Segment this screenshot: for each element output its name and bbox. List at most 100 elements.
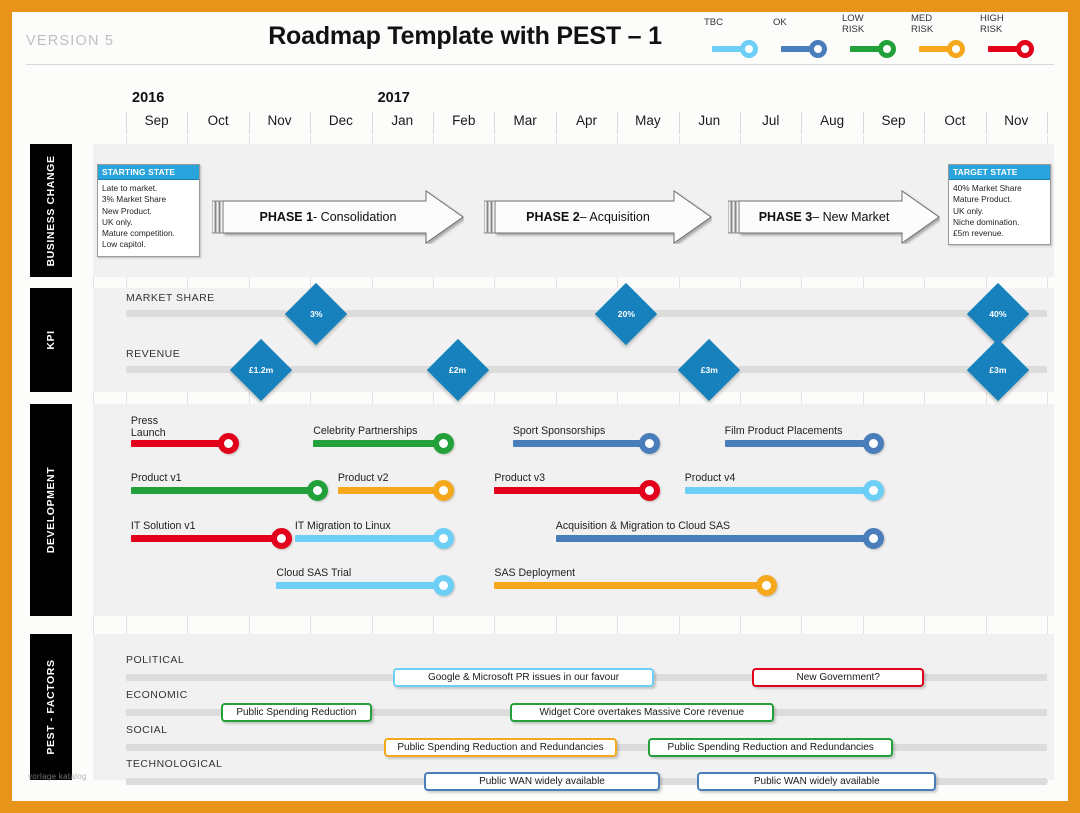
month-separator [985,112,987,134]
band-kpi: KPI MARKET SHARE 3% 20% 40% REVENUE £1.2m £2m £… [30,282,1054,401]
development-item[interactable]: Product v4 [684,471,885,501]
band-label-text: BUSINESS CHANGE [45,154,57,267]
pest-factor-pill[interactable]: Public WAN widely available [423,772,661,791]
pest-factor-pill[interactable]: Public Spending Reduction [221,703,372,722]
band-label-development: DEVELOPMENT [30,404,72,616]
month-header-cell: Jul [762,113,780,128]
kpi-row-title: MARKET SHARE [126,292,215,304]
development-item-milestone-icon[interactable] [270,528,292,549]
development-item[interactable]: Product v2 [337,472,455,501]
development-item-label: Product v3 [494,471,546,484]
development-item[interactable]: IT Migration to Linux [294,520,455,549]
kpi-diamond-value: 40% [989,308,1007,319]
band-label-kpi: KPI [30,288,72,392]
target-state-box-line: £5m revenue. [953,228,1004,239]
kpi-diamond-value: £1.2m [248,364,274,375]
risk-legend: TBC OK LOW RISK MED RISK HIGH RISK [704,13,1060,62]
target-state-box-body: 40% Market Share Mature Product. UK only. N… [949,180,1050,244]
development-item[interactable]: Press Launch [130,415,240,454]
pest-factor-pill[interactable]: Public Spending Reduction and Redundanci… [647,738,894,757]
timeline-months: Sep Oct Nov Dec Jan Feb Mar Apr May Jun Jul Aug Sep O… [12,110,1068,136]
phase-arrow-3[interactable]: PHASE 3 – New Market [728,190,940,244]
band-development: DEVELOPMENT Press Launch Celebrity Partner… [30,404,1054,616]
month-separator [862,112,864,134]
month-separator [1047,112,1048,134]
development-item[interactable]: Product v1 [130,472,329,501]
month-separator [187,112,189,134]
development-item[interactable]: IT Solution v1 [130,520,292,549]
development-item-bar [337,487,449,494]
band-label-text: DEVELOPMENT [45,466,57,554]
legend-marker-icon [712,38,772,60]
year-label-2017: 2017 [377,90,410,106]
phase-arrow-2[interactable]: PHASE 2 – Acquisition [484,190,712,244]
development-item-milestone-icon[interactable] [863,433,885,454]
pest-row-title: TECHNOLOGICAL [126,758,223,770]
pest-factor-pill[interactable]: Public Spending Reduction and Redundanci… [383,738,618,757]
legend-item-label: MED RISK [911,13,934,35]
month-header-cell: Sep [881,113,906,128]
legend-ring-icon [740,40,758,58]
development-item-milestone-icon[interactable] [755,575,777,596]
month-separator [310,112,312,134]
phase-label-bold: PHASE 2 [526,210,580,224]
development-item-milestone-icon[interactable] [863,528,885,549]
development-item-bar [724,440,879,447]
roadmap-canvas: VERSION 5 Roadmap Template with PEST – 1… [12,12,1068,801]
development-item[interactable]: Sport Sponsorships [512,425,661,454]
phase-arrow-1[interactable]: PHASE 1 - Consolidation [212,190,464,244]
development-item-label-line: Launch [130,426,166,439]
pest-factor-pill[interactable]: Widget Core overtakes Massive Core reven… [509,703,774,722]
development-item-milestone-icon[interactable] [639,480,661,501]
legend-item-label: HIGH RISK [980,13,1004,35]
month-header-cell: Nov [1004,113,1029,128]
pest-row-title: POLITICAL [126,654,185,666]
development-item-bar [130,535,286,542]
month-header-cell: Jan [391,113,414,128]
development-item-milestone-icon[interactable] [639,433,661,454]
starting-state-box: STARTING STATE Late to market. 3% Market S… [97,164,200,257]
legend-item-label: OK [773,17,787,28]
band-label-text: PEST - FACTORS [45,659,57,755]
phase-label-bold: PHASE 3 [758,210,813,224]
development-item-bar [313,440,449,447]
development-item[interactable]: Celebrity Partnerships [313,425,455,454]
pest-factor-pill[interactable]: Public WAN widely available [697,772,937,791]
development-item[interactable]: Product v3 [494,471,661,501]
kpi-diamond-value: £3m [700,364,718,375]
band-business-change: BUSINESS CHANGE STARTING STATE Late to ma… [30,144,1054,277]
kpi-track [126,310,1047,317]
phase-label-rest: – New Market [812,210,890,224]
development-item-label: Cloud SAS Trial [276,566,352,579]
development-item-bar [494,582,771,589]
page-header: VERSION 5 Roadmap Template with PEST – 1… [12,12,1068,64]
development-item-label: Product v4 [684,471,736,484]
legend-item-label: TBC [704,17,723,28]
pest-factor-pill[interactable]: New Government? [752,668,925,687]
legend-marker-icon [850,38,910,60]
development-item-milestone-icon[interactable] [863,480,885,501]
development-item-label: Film Product Placements [724,424,843,437]
version-label: VERSION 5 [26,33,115,49]
development-item-bar [555,535,879,542]
starting-state-box-line: UK only. [102,216,133,227]
month-header-cell: Nov [267,113,292,128]
legend-item-label: LOW RISK [842,13,865,35]
development-item[interactable]: SAS Deployment [494,567,777,596]
month-header-cell: Sep [144,113,169,128]
development-item[interactable]: Acquisition & Migration to Cloud SAS [555,519,885,549]
development-item-label: Acquisition & Migration to Cloud SAS [555,519,731,532]
month-header-cell: May [635,113,661,128]
legend-marker-icon [988,38,1048,60]
legend-ring-icon [809,40,827,58]
target-state-box-title: TARGET STATE [949,165,1050,180]
phase-label: PHASE 3 – New Market [742,190,906,244]
pest-factor-pill[interactable]: Google & Microsoft PR issues in our favo… [393,668,655,687]
pest-row-title: ECONOMIC [126,689,188,701]
development-item[interactable]: Film Product Placements [724,424,885,454]
month-header-cell: Oct [207,113,229,128]
target-state-box-line: Mature Product. [953,194,1013,205]
band-label-text: KPI [45,330,57,350]
development-item[interactable]: Cloud SAS Trial [276,566,455,596]
starting-state-box-line: Mature competition. [102,228,175,239]
